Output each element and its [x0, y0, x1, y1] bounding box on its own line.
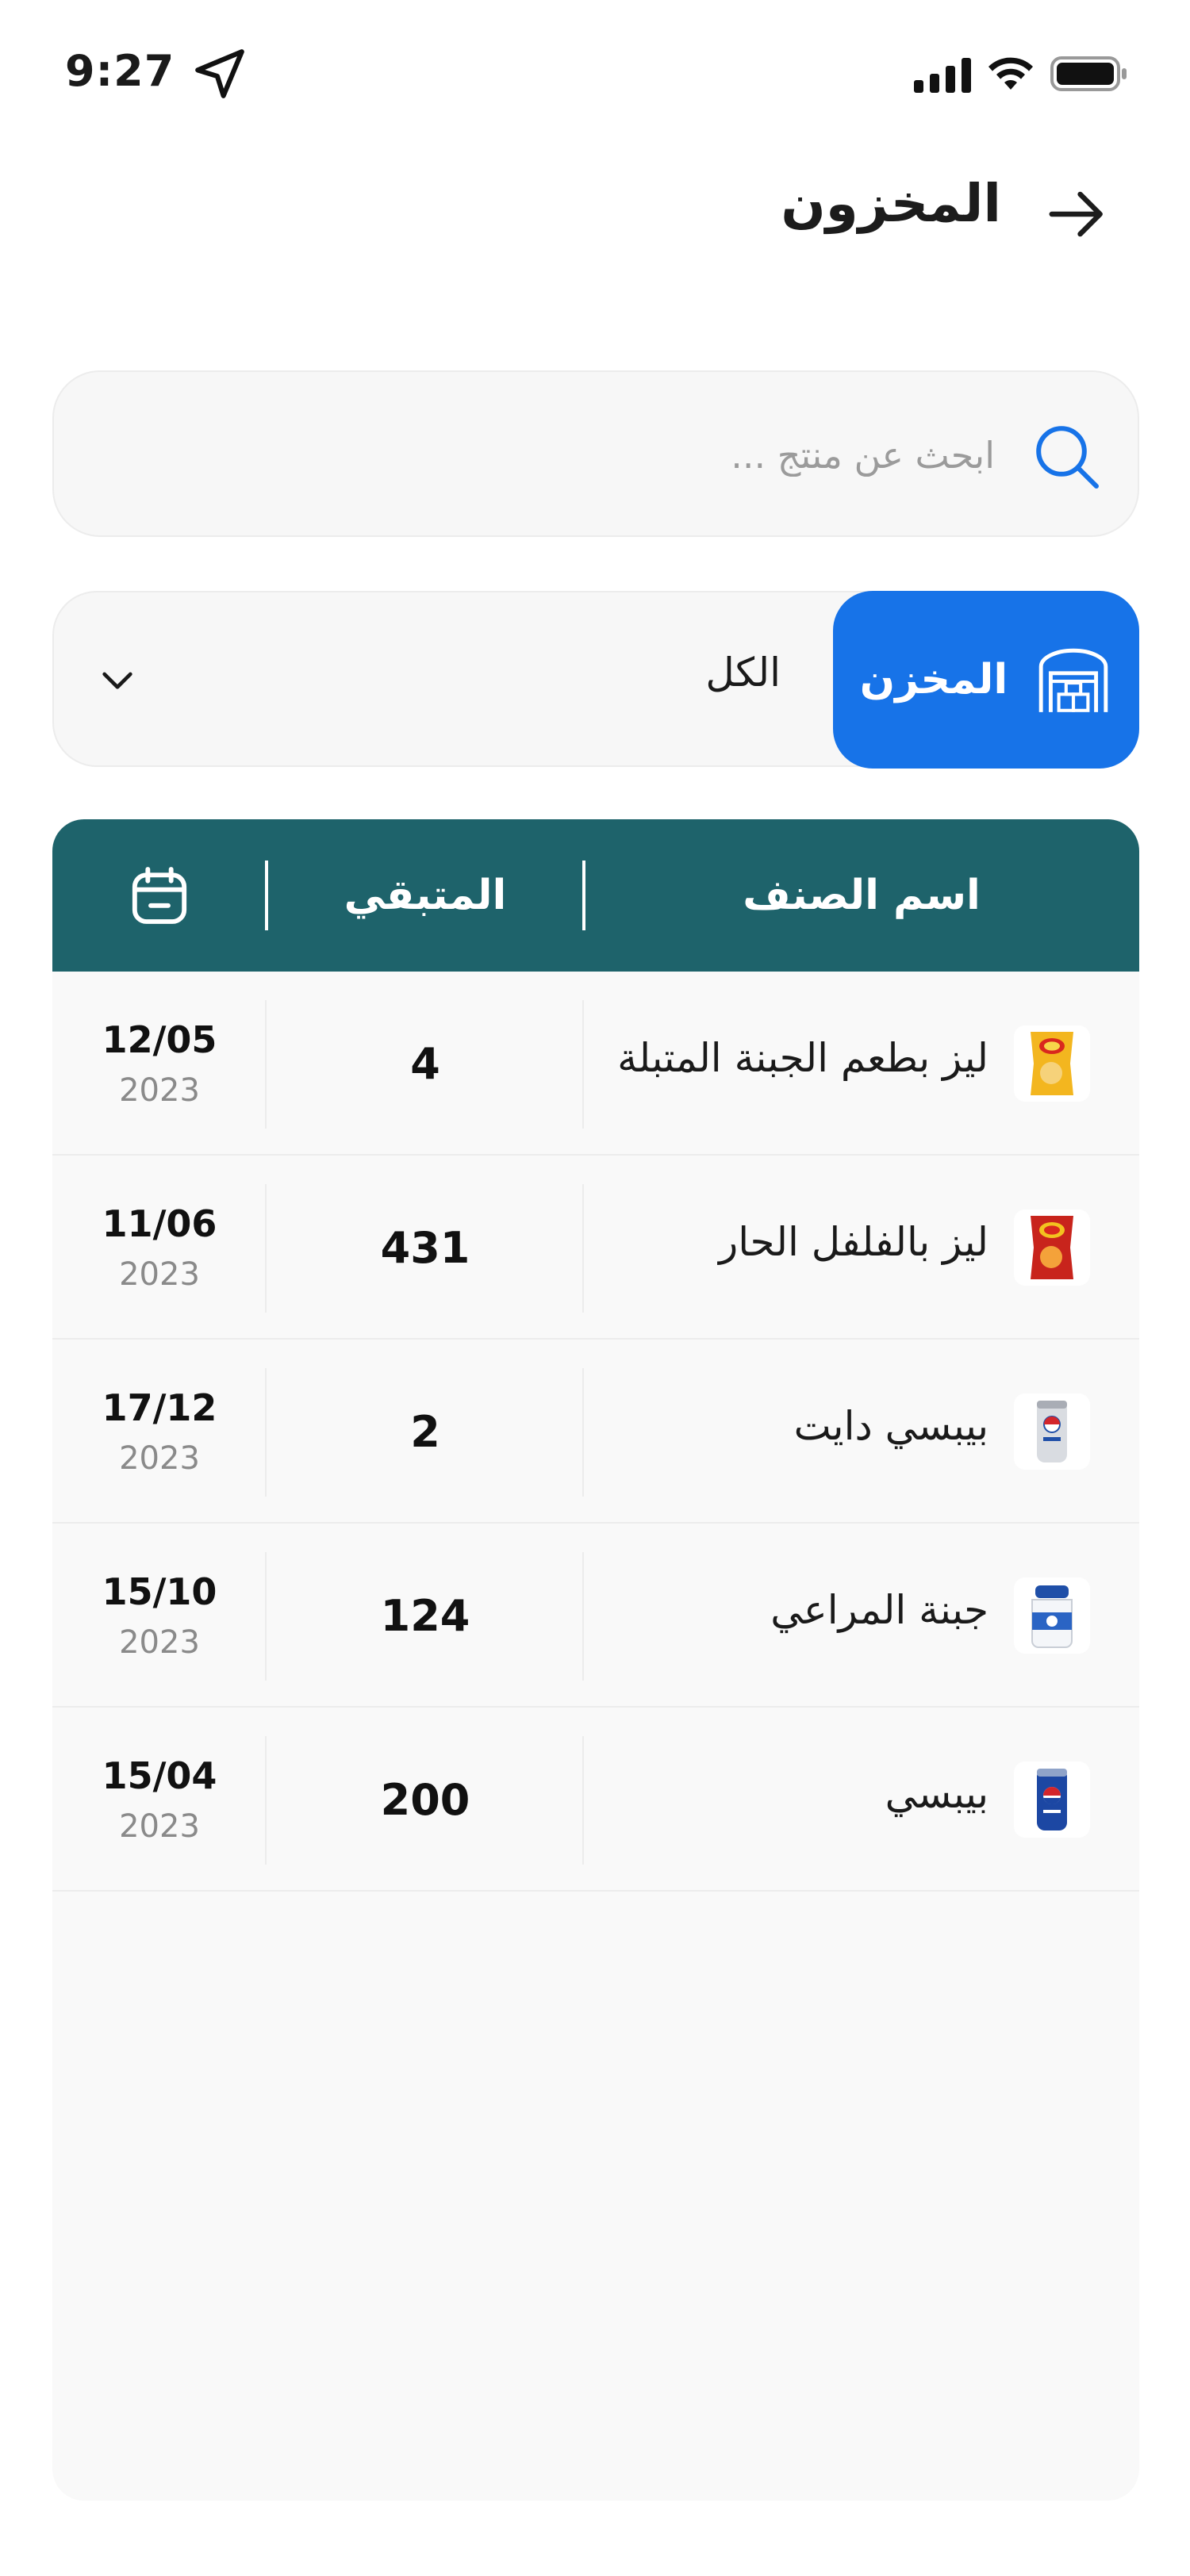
lays-chips-red-icon: [1014, 1209, 1090, 1286]
remaining-quantity: 124: [380, 1590, 470, 1641]
warehouse-icon: [1038, 648, 1108, 712]
column-header-date[interactable]: [52, 819, 267, 972]
remaining-quantity: 2: [410, 1406, 440, 1457]
page-title: المخزون: [781, 173, 1001, 234]
product-cell: جبنة المراعي: [584, 1524, 1139, 1708]
status-bar: 9:27: [0, 0, 1190, 151]
table-row[interactable]: بيبسي 200 15/04 2023: [52, 1708, 1139, 1892]
table-row[interactable]: ليز بطعم الجبنة المتبلة 4 12/05 2023: [52, 972, 1139, 1156]
product-name: ليز بالفلفل الحار: [719, 1219, 988, 1265]
product-name: جبنة المراعي: [770, 1587, 988, 1633]
app-header: المخزون: [0, 151, 1190, 262]
battery-icon: [1050, 56, 1127, 91]
product-name: بيبسي: [885, 1771, 988, 1817]
chevron-down-icon[interactable]: [95, 657, 140, 702]
product-name: ليز بطعم الجبنة المتبلة: [617, 1035, 988, 1081]
expiry-date-cell: 15/10 2023: [52, 1524, 267, 1708]
search-icon: [1036, 426, 1099, 489]
column-header-name[interactable]: اسم الصنف: [584, 819, 1139, 972]
status-indicators: [914, 54, 1128, 94]
warehouse-tab-label: المخزن: [859, 656, 1008, 703]
warehouse-tab[interactable]: المخزن: [833, 591, 1139, 769]
warehouse-filter[interactable]: المخزن الكل: [52, 591, 1139, 769]
expiry-year: 2023: [119, 1808, 200, 1845]
expiry-day-month: 11/06: [102, 1202, 217, 1245]
product-cell: ليز بطعم الجبنة المتبلة: [584, 972, 1139, 1156]
pepsi-can-icon: [1014, 1761, 1090, 1838]
status-time: 9:27: [65, 46, 175, 96]
expiry-date-cell: 17/12 2023: [52, 1340, 267, 1524]
location-arrow-icon: [195, 49, 244, 98]
expiry-day-month: 17/12: [102, 1386, 217, 1429]
expiry-year: 2023: [119, 1072, 200, 1109]
filter-selected-value[interactable]: الكل: [705, 650, 781, 696]
almarai-cheese-jar-icon: [1014, 1577, 1090, 1654]
inventory-table: اسم الصنف المتبقي ليز بطعم الجبنة المتبل…: [52, 819, 1139, 2501]
table-row[interactable]: بيبسي دايت 2 17/12 2023: [52, 1340, 1139, 1524]
calendar-icon: [132, 867, 187, 924]
wifi-icon: [988, 57, 1033, 90]
expiry-date-cell: 12/05 2023: [52, 972, 267, 1156]
table-row[interactable]: ليز بالفلفل الحار 431 11/06 2023: [52, 1156, 1139, 1340]
expiry-day-month: 15/10: [102, 1570, 217, 1613]
expiry-year: 2023: [119, 1440, 200, 1477]
column-header-remaining[interactable]: المتبقي: [267, 819, 584, 972]
cellular-signal-icon: [914, 55, 971, 93]
expiry-year: 2023: [119, 1624, 200, 1661]
expiry-date-cell: 11/06 2023: [52, 1156, 267, 1340]
product-cell: ليز بالفلفل الحار: [584, 1156, 1139, 1340]
back-button[interactable]: [1038, 174, 1117, 254]
product-cell: بيبسي: [584, 1708, 1139, 1892]
product-cell: بيبسي دايت: [584, 1340, 1139, 1524]
expiry-date-cell: 15/04 2023: [52, 1708, 267, 1892]
expiry-day-month: 12/05: [102, 1018, 217, 1061]
remaining-quantity: 431: [380, 1222, 470, 1273]
lays-chips-yellow-icon: [1014, 1025, 1090, 1102]
product-name: بيبسي دايت: [793, 1403, 988, 1449]
expiry-year: 2023: [119, 1256, 200, 1293]
diet-pepsi-can-icon: [1014, 1393, 1090, 1470]
search-input[interactable]: [281, 413, 995, 497]
arrow-right-icon: [1049, 191, 1103, 237]
expiry-day-month: 15/04: [102, 1754, 217, 1797]
remaining-quantity: 200: [380, 1774, 470, 1825]
search-bar[interactable]: [52, 370, 1139, 537]
table-header: اسم الصنف المتبقي: [52, 819, 1139, 972]
table-row[interactable]: جبنة المراعي 124 15/10 2023: [52, 1524, 1139, 1708]
remaining-quantity: 4: [410, 1038, 440, 1089]
